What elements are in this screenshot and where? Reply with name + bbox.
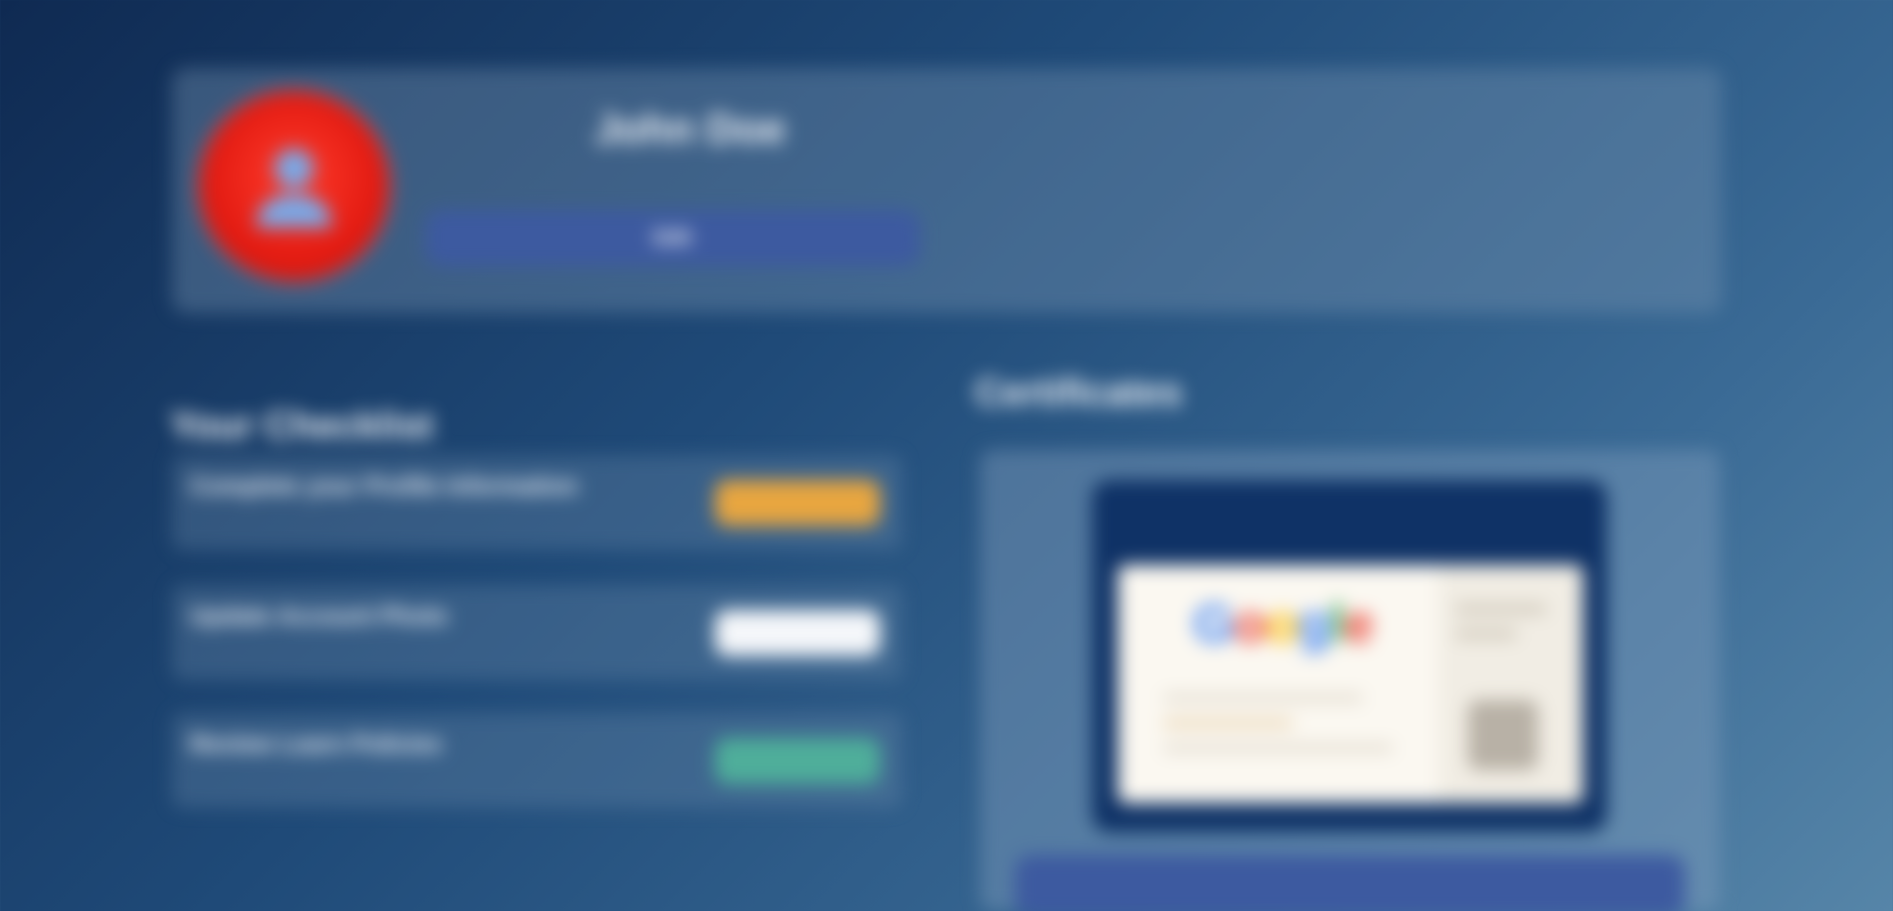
checklist-title: Your Checklist [170,405,434,447]
checklist-item[interactable]: Complete your Profile Information [172,455,902,550]
status-badge[interactable] [715,480,880,526]
avatar[interactable] [200,92,388,280]
certificate-sidebar [1438,565,1583,803]
certificate-text-line [1163,745,1393,751]
page: John Doe Edit Your Checklist Complete yo… [0,0,1893,911]
edit-profile-button[interactable]: Edit [425,210,920,266]
checklist-item-label: Complete your Profile Information [190,473,579,500]
certificate-text-line [1163,720,1293,726]
profile-card [172,68,1722,313]
certificate-logo: Google [1193,594,1374,654]
certificate-image[interactable]: Google [1118,565,1583,803]
certificate-text-line [1456,630,1516,638]
checklist-item[interactable]: Review Learn Policies [172,713,902,808]
checklist-item-label: Review Learn Policies [190,731,443,758]
certificate-text-line [1456,605,1546,613]
user-icon [256,148,332,228]
certificate-seal [1468,700,1538,770]
certificate-action-button[interactable] [1015,855,1685,911]
status-badge[interactable] [715,610,880,656]
status-badge[interactable] [715,738,880,784]
checklist-item[interactable]: Update Account Photo [172,585,902,680]
certificate-text-line [1163,695,1363,701]
certificates-title: Certificates [975,372,1182,414]
checklist-item-label: Update Account Photo [190,603,448,630]
profile-name: John Doe [594,105,786,152]
